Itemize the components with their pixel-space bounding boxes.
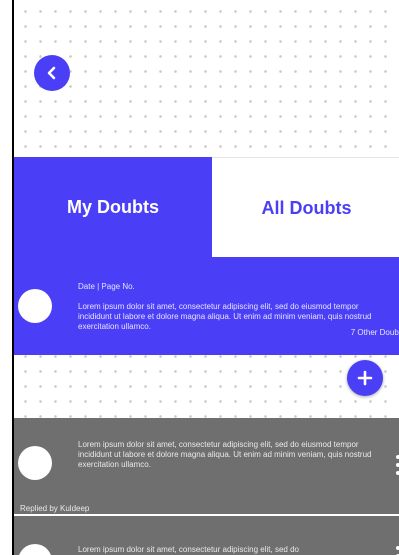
- more-vertical-icon[interactable]: [395, 455, 399, 475]
- reply-card[interactable]: Lorem ipsum dolor sit amet, consectetur …: [14, 418, 399, 514]
- tab-all-doubts[interactable]: All Doubts: [212, 157, 399, 258]
- avatar: [18, 446, 52, 480]
- doubt-meta: Date | Page No.: [78, 282, 135, 291]
- reply-text: Lorem ipsum dolor sit amet, consectetur …: [78, 440, 372, 469]
- plus-icon: [357, 370, 373, 386]
- add-doubt-button[interactable]: [347, 360, 383, 396]
- doubt-card[interactable]: Date | Page No. Lorem ipsum dolor sit am…: [14, 257, 399, 355]
- more-vertical-icon[interactable]: [395, 546, 399, 555]
- avatar: [18, 544, 52, 555]
- doubt-tabs: My Doubts All Doubts: [14, 157, 399, 258]
- doubt-text: Lorem ipsum dolor sit amet, consectetur …: [78, 302, 372, 331]
- other-doubts-link[interactable]: 7 Other Doubts: [351, 328, 399, 337]
- avatar: [18, 289, 52, 323]
- reply-text: Lorem ipsum dolor sit amet, consectetur …: [78, 545, 299, 554]
- tab-my-doubts[interactable]: My Doubts: [14, 157, 212, 257]
- replied-by-label: Replied by Kuldeep: [20, 504, 90, 513]
- back-button[interactable]: [34, 55, 70, 91]
- doubts-screen: My Doubts All Doubts Date | Page No. Lor…: [12, 0, 399, 555]
- chevron-left-icon: [47, 66, 56, 80]
- reply-card[interactable]: Lorem ipsum dolor sit amet, consectetur …: [14, 516, 399, 555]
